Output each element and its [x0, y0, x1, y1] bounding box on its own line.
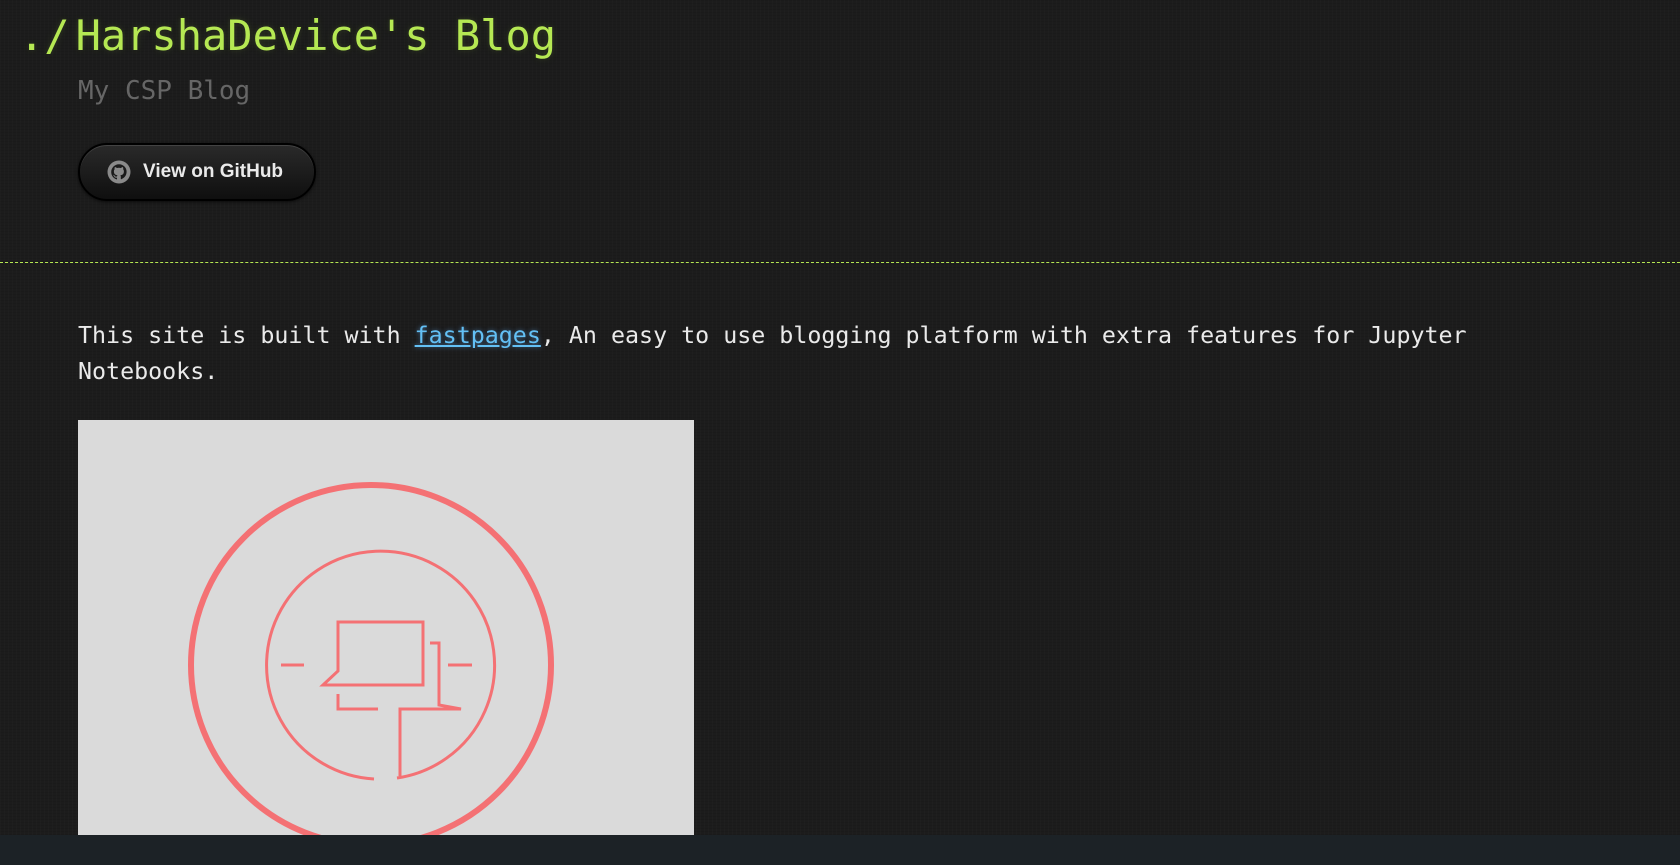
- site-title[interactable]: ./HarshaDevice's Blog: [19, 8, 556, 64]
- intro-text-before: This site is built with: [78, 322, 415, 349]
- github-button-label: View on GitHub: [143, 161, 284, 182]
- intro-paragraph: This site is built with fastpages, An ea…: [78, 318, 1558, 390]
- github-icon: [107, 160, 131, 184]
- bottom-bar: [0, 835, 1680, 865]
- site-header: ./HarshaDevice's Blog My CSP Blog View o…: [0, 0, 1680, 263]
- fastpages-logo-image: [78, 420, 694, 865]
- main-content: This site is built with fastpages, An ea…: [78, 318, 1618, 865]
- fastpages-logo-icon: [188, 482, 554, 848]
- view-on-github-button[interactable]: View on GitHub: [78, 143, 316, 201]
- title-prompt: ./: [19, 11, 70, 60]
- fastpages-link[interactable]: fastpages: [415, 322, 541, 349]
- site-subtitle: My CSP Blog: [78, 76, 251, 106]
- title-text[interactable]: HarshaDevice's Blog: [76, 11, 556, 60]
